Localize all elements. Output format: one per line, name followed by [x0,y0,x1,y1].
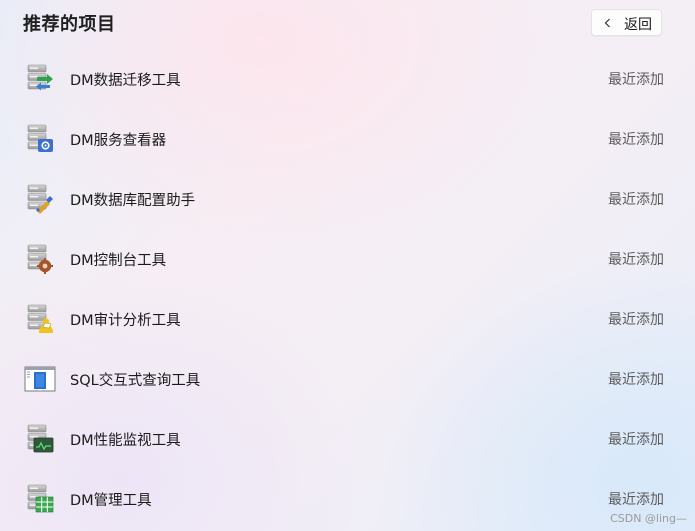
data-migration-icon [24,63,53,91]
sql-query-icon [24,366,56,392]
list-item-sql-query[interactable]: SQL交互式查询工具 最近添加 [14,351,680,407]
item-status: 最近添加 [608,432,664,448]
item-status: 最近添加 [608,72,664,88]
item-name: DM数据迁移工具 [70,73,181,89]
page-title: 推荐的项目 [23,14,116,35]
back-button[interactable]: 返回 [591,9,662,36]
item-status: 最近添加 [608,492,664,508]
list-item-dm-data-migration[interactable]: DM数据迁移工具 最近添加 [14,51,680,107]
header-bar: 推荐的项目 返回 [0,0,695,46]
item-status: 最近添加 [608,372,664,388]
list-item-dm-management[interactable]: DM管理工具 最近添加 [14,471,680,527]
chevron-left-icon [604,18,610,28]
watermark: CSDN @ling— [610,512,687,525]
item-name: DM控制台工具 [70,253,167,269]
list-item-dm-service-viewer[interactable]: DM服务查看器 最近添加 [14,111,680,167]
back-button-label: 返回 [624,17,652,33]
console-tool-icon [24,243,53,274]
list-item-dm-console[interactable]: DM控制台工具 最近添加 [14,231,680,287]
item-status: 最近添加 [608,252,664,268]
item-name: DM审计分析工具 [70,313,181,329]
item-name: DM性能监视工具 [70,433,181,449]
item-status: 最近添加 [608,132,664,148]
db-config-assistant-icon [24,183,53,214]
item-status: 最近添加 [608,192,664,208]
item-name: SQL交互式查询工具 [70,373,201,389]
performance-monitor-icon [24,423,54,453]
audit-analysis-icon [24,303,53,333]
item-name: DM数据库配置助手 [70,193,196,209]
list-item-dm-db-config[interactable]: DM数据库配置助手 最近添加 [14,171,680,227]
item-status: 最近添加 [608,312,664,328]
management-tool-icon [24,483,54,513]
list-item-dm-perf-monitor[interactable]: DM性能监视工具 最近添加 [14,411,680,467]
list-item-dm-audit[interactable]: DM审计分析工具 最近添加 [14,291,680,347]
item-name: DM服务查看器 [70,133,167,149]
service-viewer-icon [24,123,53,152]
item-name: DM管理工具 [70,493,152,509]
